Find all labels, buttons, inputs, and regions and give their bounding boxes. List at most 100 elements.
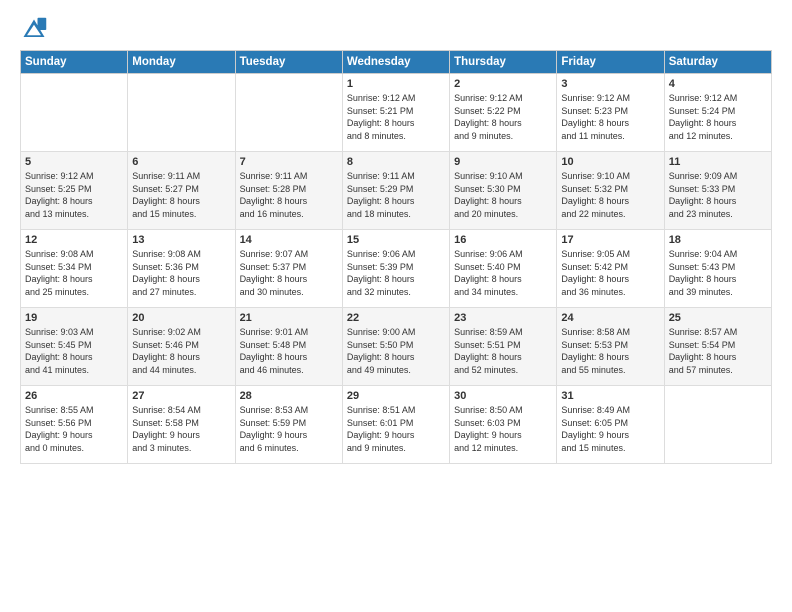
- day-info: Sunrise: 9:10 AM Sunset: 5:30 PM Dayligh…: [454, 170, 552, 220]
- day-info: Sunrise: 9:06 AM Sunset: 5:39 PM Dayligh…: [347, 248, 445, 298]
- logo-icon: [20, 16, 48, 44]
- day-cell: [664, 386, 771, 464]
- day-number: 6: [132, 156, 230, 168]
- week-row-1: 1 Sunrise: 9:12 AM Sunset: 5:21 PM Daylig…: [21, 74, 772, 152]
- day-cell: 20 Sunrise: 9:02 AM Sunset: 5:46 PM Dayli…: [128, 308, 235, 386]
- day-cell: 9Sunrise: 9:10 AM Sunset: 5:30 PM Daylig…: [450, 152, 557, 230]
- day-cell: 7 Sunrise: 9:11 AM Sunset: 5:28 PM Daylig…: [235, 152, 342, 230]
- day-number: 25: [669, 312, 767, 324]
- day-info: Sunrise: 9:11 AM Sunset: 5:29 PM Dayligh…: [347, 170, 445, 220]
- day-info: Sunrise: 9:12 AM Sunset: 5:24 PM Dayligh…: [669, 92, 767, 142]
- day-number: 29: [347, 390, 445, 402]
- day-cell: 17 Sunrise: 9:05 AM Sunset: 5:42 PM Dayli…: [557, 230, 664, 308]
- weekday-header-tuesday: Tuesday: [235, 51, 342, 74]
- day-cell: 1 Sunrise: 9:12 AM Sunset: 5:21 PM Daylig…: [342, 74, 449, 152]
- day-number: 31: [561, 390, 659, 402]
- day-cell: 15 Sunrise: 9:06 AM Sunset: 5:39 PM Dayli…: [342, 230, 449, 308]
- day-info: Sunrise: 8:53 AM Sunset: 5:59 PM Dayligh…: [240, 404, 338, 454]
- header: [20, 16, 772, 44]
- day-info: Sunrise: 8:54 AM Sunset: 5:58 PM Dayligh…: [132, 404, 230, 454]
- day-number: 3: [561, 78, 659, 90]
- day-cell: 26 Sunrise: 8:55 AM Sunset: 5:56 PM Dayli…: [21, 386, 128, 464]
- day-number: 8: [347, 156, 445, 168]
- day-number: 20: [132, 312, 230, 324]
- weekday-header-thursday: Thursday: [450, 51, 557, 74]
- day-number: 1: [347, 78, 445, 90]
- day-cell: [21, 74, 128, 152]
- day-number: 30: [454, 390, 552, 402]
- day-cell: 13 Sunrise: 9:08 AM Sunset: 5:36 PM Dayli…: [128, 230, 235, 308]
- day-info: Sunrise: 9:01 AM Sunset: 5:48 PM Dayligh…: [240, 326, 338, 376]
- day-info: Sunrise: 9:10 AM Sunset: 5:32 PM Dayligh…: [561, 170, 659, 220]
- day-number: 27: [132, 390, 230, 402]
- day-cell: 28 Sunrise: 8:53 AM Sunset: 5:59 PM Dayli…: [235, 386, 342, 464]
- day-info: Sunrise: 9:00 AM Sunset: 5:50 PM Dayligh…: [347, 326, 445, 376]
- day-cell: 19 Sunrise: 9:03 AM Sunset: 5:45 PM Dayli…: [21, 308, 128, 386]
- day-cell: [235, 74, 342, 152]
- day-number: 14: [240, 234, 338, 246]
- day-number: 7: [240, 156, 338, 168]
- day-info: Sunrise: 9:12 AM Sunset: 5:21 PM Dayligh…: [347, 92, 445, 142]
- day-info: Sunrise: 9:07 AM Sunset: 5:37 PM Dayligh…: [240, 248, 338, 298]
- day-info: Sunrise: 9:09 AM Sunset: 5:33 PM Dayligh…: [669, 170, 767, 220]
- day-info: Sunrise: 9:08 AM Sunset: 5:34 PM Dayligh…: [25, 248, 123, 298]
- day-cell: 30 Sunrise: 8:50 AM Sunset: 6:03 PM Dayli…: [450, 386, 557, 464]
- week-row-2: 5 Sunrise: 9:12 AM Sunset: 5:25 PM Daylig…: [21, 152, 772, 230]
- day-info: Sunrise: 9:05 AM Sunset: 5:42 PM Dayligh…: [561, 248, 659, 298]
- day-info: Sunrise: 9:12 AM Sunset: 5:25 PM Dayligh…: [25, 170, 123, 220]
- weekday-header-saturday: Saturday: [664, 51, 771, 74]
- weekday-header-friday: Friday: [557, 51, 664, 74]
- day-number: 28: [240, 390, 338, 402]
- day-cell: 18 Sunrise: 9:04 AM Sunset: 5:43 PM Dayli…: [664, 230, 771, 308]
- day-info: Sunrise: 9:02 AM Sunset: 5:46 PM Dayligh…: [132, 326, 230, 376]
- day-cell: 2Sunrise: 9:12 AM Sunset: 5:22 PM Daylig…: [450, 74, 557, 152]
- day-number: 13: [132, 234, 230, 246]
- day-number: 26: [25, 390, 123, 402]
- day-number: 4: [669, 78, 767, 90]
- day-cell: 14 Sunrise: 9:07 AM Sunset: 5:37 PM Dayli…: [235, 230, 342, 308]
- weekday-header-sunday: Sunday: [21, 51, 128, 74]
- day-cell: 8 Sunrise: 9:11 AM Sunset: 5:29 PM Daylig…: [342, 152, 449, 230]
- calendar-table: SundayMondayTuesdayWednesdayThursdayFrid…: [20, 50, 772, 464]
- day-cell: 29 Sunrise: 8:51 AM Sunset: 6:01 PM Dayli…: [342, 386, 449, 464]
- day-cell: 3 Sunrise: 9:12 AM Sunset: 5:23 PM Daylig…: [557, 74, 664, 152]
- day-cell: 25Sunrise: 8:57 AM Sunset: 5:54 PM Dayli…: [664, 308, 771, 386]
- day-cell: [128, 74, 235, 152]
- day-number: 22: [347, 312, 445, 324]
- day-info: Sunrise: 8:55 AM Sunset: 5:56 PM Dayligh…: [25, 404, 123, 454]
- day-number: 19: [25, 312, 123, 324]
- day-cell: 23Sunrise: 8:59 AM Sunset: 5:51 PM Dayli…: [450, 308, 557, 386]
- weekday-header-row: SundayMondayTuesdayWednesdayThursdayFrid…: [21, 51, 772, 74]
- day-cell: 5 Sunrise: 9:12 AM Sunset: 5:25 PM Daylig…: [21, 152, 128, 230]
- day-number: 5: [25, 156, 123, 168]
- day-info: Sunrise: 8:59 AM Sunset: 5:51 PM Dayligh…: [454, 326, 552, 376]
- day-info: Sunrise: 9:11 AM Sunset: 5:27 PM Dayligh…: [132, 170, 230, 220]
- day-info: Sunrise: 9:12 AM Sunset: 5:23 PM Dayligh…: [561, 92, 659, 142]
- day-cell: 21 Sunrise: 9:01 AM Sunset: 5:48 PM Dayli…: [235, 308, 342, 386]
- day-number: 18: [669, 234, 767, 246]
- day-info: Sunrise: 9:03 AM Sunset: 5:45 PM Dayligh…: [25, 326, 123, 376]
- day-cell: 4 Sunrise: 9:12 AM Sunset: 5:24 PM Daylig…: [664, 74, 771, 152]
- day-number: 15: [347, 234, 445, 246]
- day-info: Sunrise: 8:51 AM Sunset: 6:01 PM Dayligh…: [347, 404, 445, 454]
- day-info: Sunrise: 8:50 AM Sunset: 6:03 PM Dayligh…: [454, 404, 552, 454]
- weekday-header-monday: Monday: [128, 51, 235, 74]
- day-info: Sunrise: 9:08 AM Sunset: 5:36 PM Dayligh…: [132, 248, 230, 298]
- day-info: Sunrise: 8:58 AM Sunset: 5:53 PM Dayligh…: [561, 326, 659, 376]
- day-info: Sunrise: 9:04 AM Sunset: 5:43 PM Dayligh…: [669, 248, 767, 298]
- day-info: Sunrise: 9:11 AM Sunset: 5:28 PM Dayligh…: [240, 170, 338, 220]
- day-number: 10: [561, 156, 659, 168]
- day-cell: 11 Sunrise: 9:09 AM Sunset: 5:33 PM Dayli…: [664, 152, 771, 230]
- day-cell: 27 Sunrise: 8:54 AM Sunset: 5:58 PM Dayli…: [128, 386, 235, 464]
- day-number: 21: [240, 312, 338, 324]
- day-number: 17: [561, 234, 659, 246]
- week-row-5: 26 Sunrise: 8:55 AM Sunset: 5:56 PM Dayli…: [21, 386, 772, 464]
- day-cell: 10 Sunrise: 9:10 AM Sunset: 5:32 PM Dayli…: [557, 152, 664, 230]
- day-cell: 12 Sunrise: 9:08 AM Sunset: 5:34 PM Dayli…: [21, 230, 128, 308]
- day-cell: 24Sunrise: 8:58 AM Sunset: 5:53 PM Dayli…: [557, 308, 664, 386]
- logo: [20, 16, 52, 44]
- day-cell: 31 Sunrise: 8:49 AM Sunset: 6:05 PM Dayli…: [557, 386, 664, 464]
- day-number: 12: [25, 234, 123, 246]
- day-number: 11: [669, 156, 767, 168]
- day-info: Sunrise: 8:49 AM Sunset: 6:05 PM Dayligh…: [561, 404, 659, 454]
